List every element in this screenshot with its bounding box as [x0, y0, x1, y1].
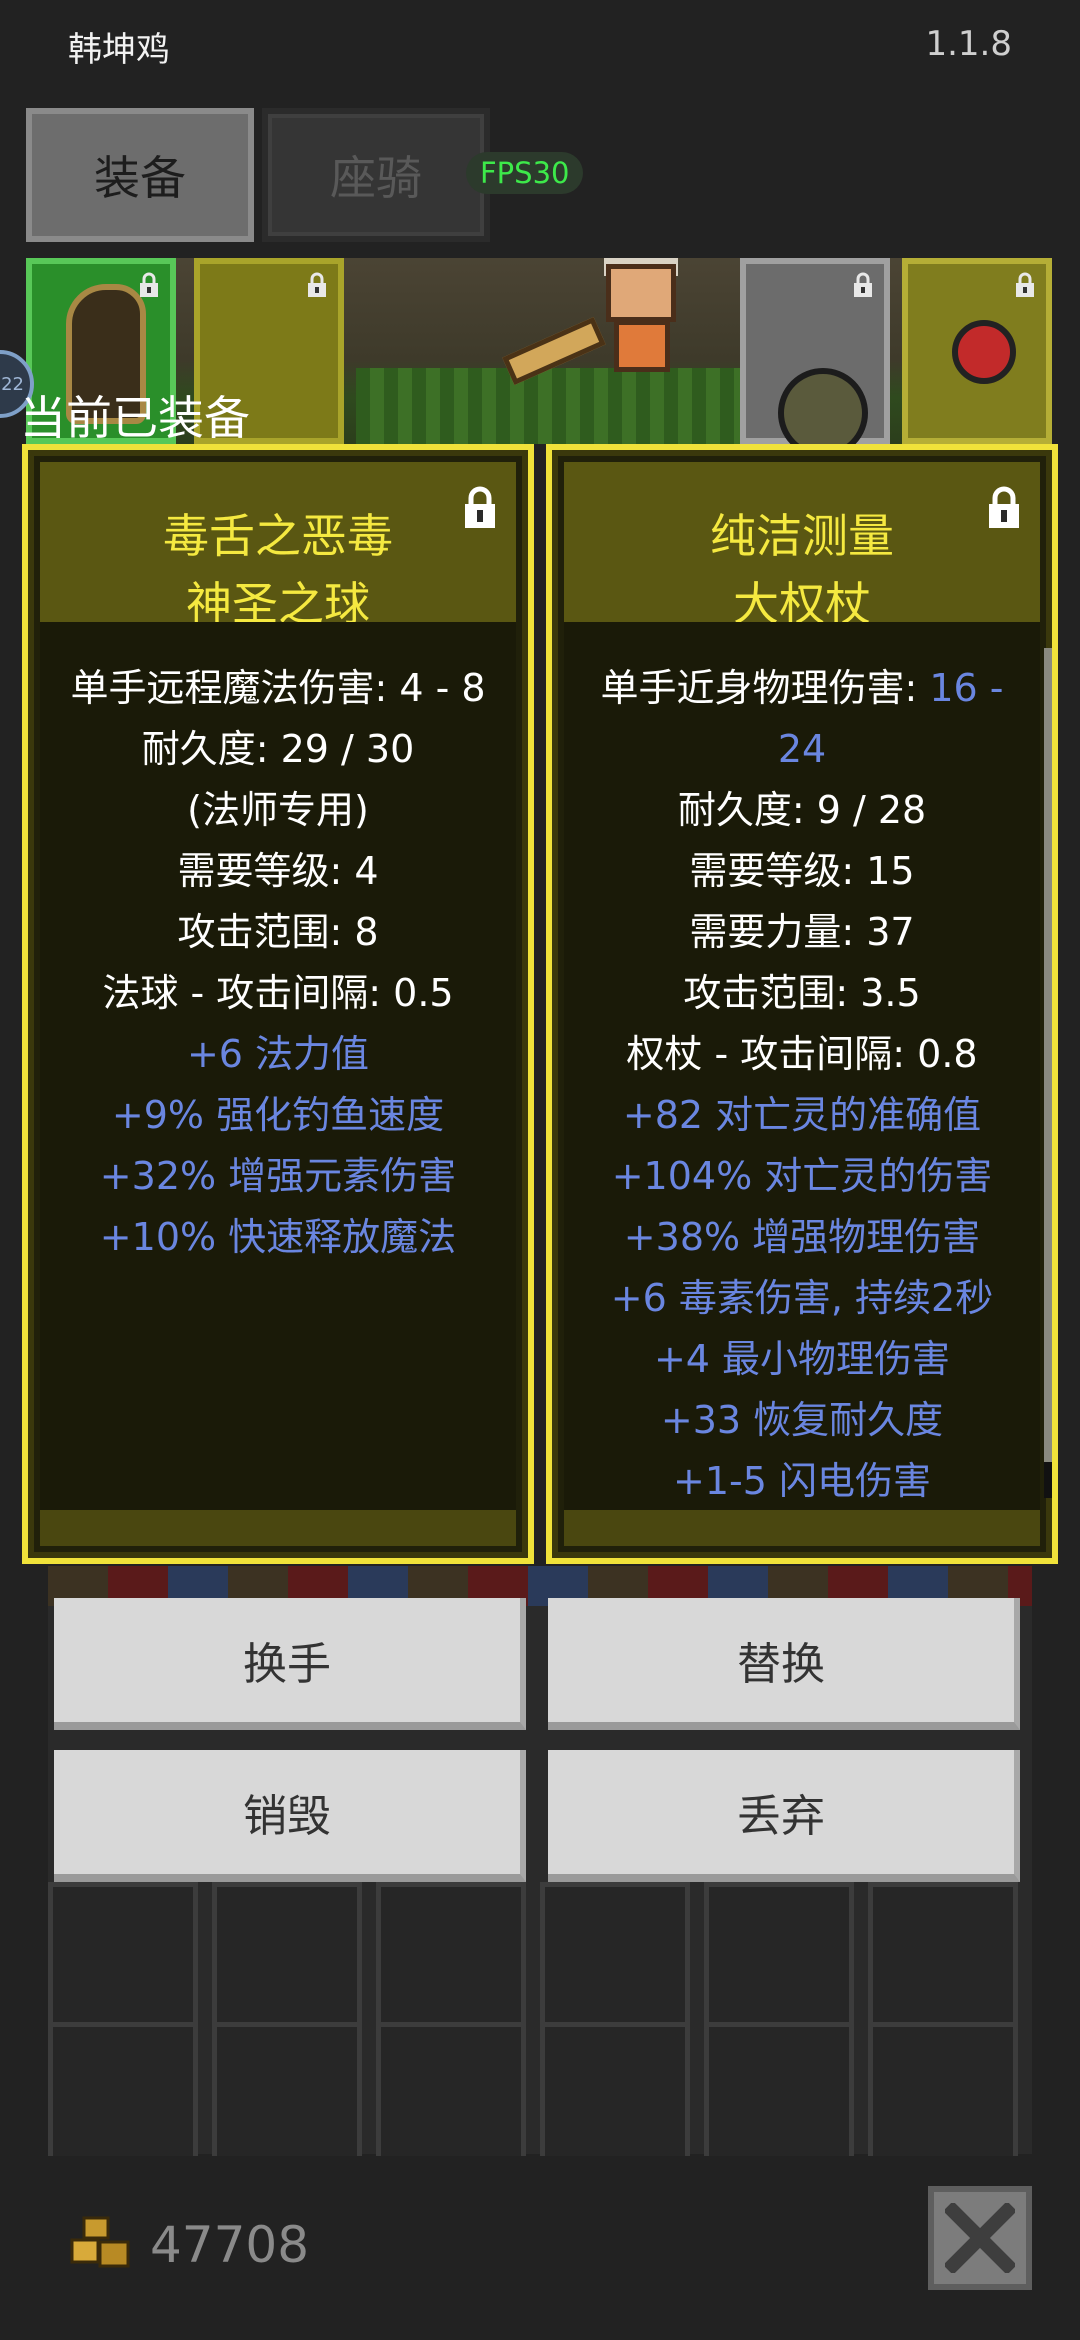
item-card-offhand: 毒舌之恶毒 神圣之球 单手远程魔法伤害: 4 - 8 耐久度: 29 / 30 (法… [22, 444, 534, 1564]
player-name: 韩坤鸡 [68, 30, 170, 70]
item-stat: +9% 强化钓鱼速度 [111, 1093, 445, 1137]
currently-equipped-label: 当前已装备 [20, 391, 250, 445]
footer-bar: 47708 [0, 2156, 1080, 2340]
item-stat: 法球 - 攻击间隔: 0.5 [102, 971, 454, 1015]
item-stat: 权杖 - 攻击间隔: 0.8 [626, 1032, 978, 1076]
item-stat: +6 毒素伤害, 持续2秒 [610, 1276, 994, 1320]
item-stat: 单手远程魔法伤害: 4 - 8 [70, 666, 486, 710]
hero-sprite [586, 258, 696, 378]
item-stat: +33 恢复耐久度 [660, 1398, 944, 1442]
item-card-header: 毒舌之恶毒 神圣之球 [40, 462, 516, 631]
stats-scrollbar-end [1044, 1462, 1052, 1498]
item-stat: 攻击范围: 3.5 [683, 971, 921, 1015]
item-stat: +4 最小物理伤害 [653, 1337, 951, 1381]
grass-decoration [356, 368, 756, 444]
item-stat: +1-5 闪电伤害 [673, 1459, 931, 1503]
item-stat: +10% 快速释放魔法 [99, 1215, 457, 1259]
item-stat: (法师专用) [187, 788, 369, 832]
item-prefix-name: 毒舌之恶毒 [163, 509, 393, 563]
swap-hand-button[interactable]: 换手 [54, 1598, 526, 1730]
equip-slot-shield[interactable] [740, 258, 890, 444]
lock-icon[interactable] [462, 486, 498, 530]
item-stat: +38% 增强物理伤害 [623, 1215, 981, 1259]
equip-slot-amulet[interactable] [902, 258, 1052, 444]
inventory-cell[interactable] [212, 2022, 362, 2172]
fps-counter: FPS30 [466, 152, 584, 194]
item-card-header: 纯洁测量 大权杖 [564, 462, 1040, 631]
close-button[interactable] [928, 2186, 1032, 2290]
item-stats-list: 单手近身物理伤害: 16 - 24 耐久度: 9 / 28 需要等级: 15 需要力… [564, 658, 1040, 1512]
discard-button[interactable]: 丢弃 [548, 1750, 1020, 1882]
inventory-cell[interactable] [704, 1882, 854, 2032]
inventory-cell[interactable] [48, 2022, 198, 2172]
inventory-cell[interactable] [48, 1882, 198, 2032]
item-stat: +6 法力值 [186, 1032, 370, 1076]
item-stats-panel: 单手远程魔法伤害: 4 - 8 耐久度: 29 / 30 (法师专用) 需要等级: 4… [40, 622, 516, 1522]
item-stat: 需要等级: 4 [177, 849, 379, 893]
item-stat: 需要等级: 15 [689, 849, 915, 893]
destroy-button[interactable]: 销毁 [54, 1750, 526, 1882]
inventory-cell[interactable] [212, 1882, 362, 2032]
stats-scrollbar[interactable] [1044, 648, 1052, 1462]
item-stat: +32% 增强元素伤害 [99, 1154, 457, 1198]
inventory-cell[interactable] [376, 2022, 526, 2172]
inventory-cell[interactable] [868, 2022, 1018, 2172]
inventory-cell[interactable] [704, 2022, 854, 2172]
item-stat: 耐久度: 9 / 28 [677, 788, 927, 832]
stat-label: 单手近身物理伤害: [600, 666, 930, 710]
tab-equipment[interactable]: 装备 [26, 108, 254, 242]
item-prefix-name: 纯洁测量 [710, 509, 894, 563]
top-bar: 韩坤鸡 1.1.8 [0, 0, 1080, 90]
item-card-footer [40, 1510, 516, 1546]
lock-icon [854, 272, 872, 297]
item-stat: 攻击范围: 8 [177, 910, 379, 954]
item-card-footer [564, 1510, 1040, 1546]
inventory-cell[interactable] [540, 2022, 690, 2172]
orb-icon [778, 368, 868, 444]
item-stats-panel[interactable]: 单手近身物理伤害: 16 - 24 耐久度: 9 / 28 需要等级: 15 需要力… [564, 622, 1040, 1522]
replace-button[interactable]: 替换 [548, 1598, 1020, 1730]
lock-icon[interactable] [986, 486, 1022, 530]
gold-coins-icon [70, 2216, 130, 2268]
close-icon [945, 2203, 1015, 2273]
inventory-cell[interactable] [540, 1882, 690, 2032]
item-card-weapon: 纯洁测量 大权杖 单手近身物理伤害: 16 - 24 耐久度: 9 / 28 需要… [546, 444, 1058, 1564]
item-stat: +82 对亡灵的准确值 [622, 1093, 982, 1137]
inventory-cell[interactable] [376, 1882, 526, 2032]
item-stat: +104% 对亡灵的伤害 [611, 1154, 993, 1198]
lock-icon [1016, 272, 1034, 297]
stat-value-continued: 24 [777, 727, 827, 771]
app-version: 1.1.8 [925, 24, 1012, 64]
tab-mount[interactable]: 座骑 [262, 108, 490, 242]
stat-value: 16 - [929, 666, 1004, 710]
gold-amount: 47708 [150, 2216, 310, 2274]
lock-icon [308, 272, 326, 297]
item-stat: 单手近身物理伤害: 16 - [564, 658, 1040, 719]
amulet-icon [952, 320, 1016, 384]
inventory-cell[interactable] [868, 1882, 1018, 2032]
item-stats-list: 单手远程魔法伤害: 4 - 8 耐久度: 29 / 30 (法师专用) 需要等级: 4… [40, 658, 516, 1268]
item-stat: 耐久度: 29 / 30 [141, 727, 415, 771]
item-stat: 需要力量: 37 [689, 910, 915, 954]
lock-icon [140, 272, 158, 297]
